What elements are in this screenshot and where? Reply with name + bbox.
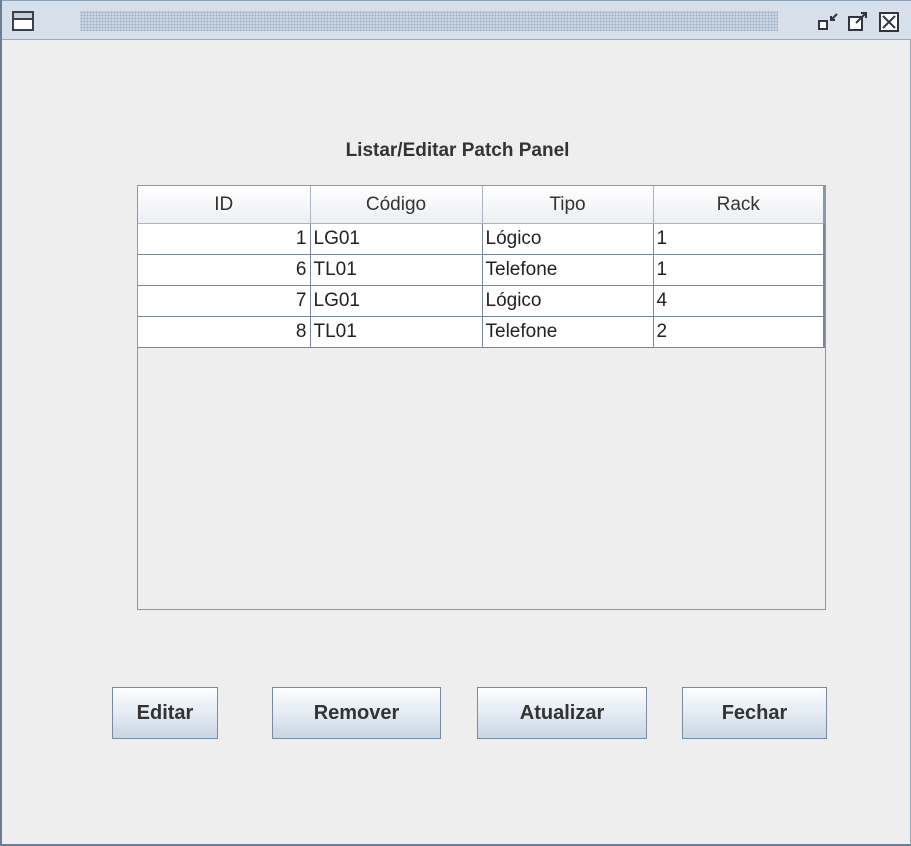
dialog-title: Listar/Editar Patch Panel xyxy=(345,140,570,161)
close-icon[interactable] xyxy=(878,11,902,33)
table-row[interactable]: 1 LG01 Lógico 1 xyxy=(138,223,825,255)
column-header-tipo[interactable]: Tipo xyxy=(482,186,654,224)
table-row[interactable]: 6 TL01 Telefone 1 xyxy=(138,254,825,286)
title-bar-grip xyxy=(80,11,778,31)
table-row[interactable]: 8 TL01 Telefone 2 xyxy=(138,316,825,348)
column-header-id[interactable]: ID xyxy=(138,186,311,224)
cell-rack[interactable]: 1 xyxy=(653,254,825,286)
cell-tipo[interactable]: Lógico xyxy=(482,223,654,255)
cell-codigo[interactable]: LG01 xyxy=(310,285,483,317)
cell-rack[interactable]: 4 xyxy=(653,285,825,317)
cell-tipo[interactable]: Telefone xyxy=(482,316,654,348)
refresh-button[interactable]: Atualizar xyxy=(477,687,647,739)
table-header-row: ID Código Tipo Rack xyxy=(138,186,825,224)
cell-tipo[interactable]: Telefone xyxy=(482,254,654,286)
cell-codigo[interactable]: TL01 xyxy=(310,254,483,286)
window-menu-icon[interactable] xyxy=(12,11,34,31)
patch-panel-table[interactable]: ID Código Tipo Rack 1 LG01 Lógico 1 6 TL… xyxy=(138,186,825,348)
cell-id[interactable]: 7 xyxy=(138,285,311,317)
title-bar[interactable] xyxy=(2,0,911,40)
close-button[interactable]: Fechar xyxy=(682,687,827,739)
cell-codigo[interactable]: TL01 xyxy=(310,316,483,348)
edit-button[interactable]: Editar xyxy=(112,687,218,739)
cell-rack[interactable]: 1 xyxy=(653,223,825,255)
cell-id[interactable]: 1 xyxy=(138,223,311,255)
app-window: Listar/Editar Patch Panel ID Código Tipo… xyxy=(0,0,911,846)
table-row[interactable]: 7 LG01 Lógico 4 xyxy=(138,285,825,317)
column-header-rack[interactable]: Rack xyxy=(653,186,825,224)
minimize-icon[interactable] xyxy=(817,11,841,33)
remove-button[interactable]: Remover xyxy=(272,687,441,739)
cell-rack[interactable]: 2 xyxy=(653,316,825,348)
cell-id[interactable]: 8 xyxy=(138,316,311,348)
cell-id[interactable]: 6 xyxy=(138,254,311,286)
patch-panel-table-scrollpane[interactable]: ID Código Tipo Rack 1 LG01 Lógico 1 6 TL… xyxy=(137,185,826,610)
cell-codigo[interactable]: LG01 xyxy=(310,223,483,255)
column-header-codigo[interactable]: Código xyxy=(310,186,483,224)
cell-tipo[interactable]: Lógico xyxy=(482,285,654,317)
maximize-icon[interactable] xyxy=(847,11,871,33)
